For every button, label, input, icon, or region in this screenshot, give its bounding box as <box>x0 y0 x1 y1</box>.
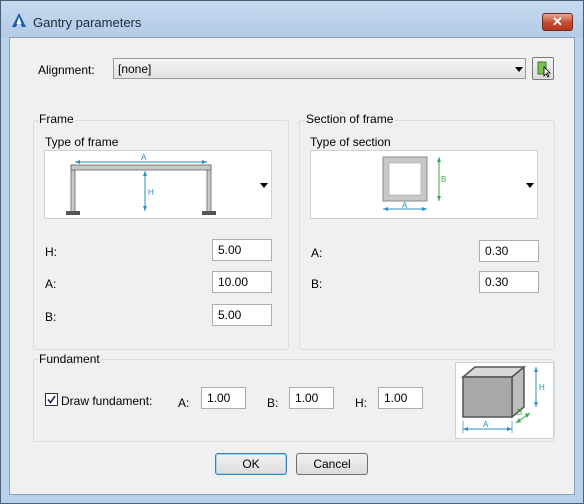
section-b-label: B: <box>311 277 323 291</box>
section-a-input[interactable]: 0.30 <box>479 240 539 262</box>
close-button[interactable]: ✕ <box>542 13 573 31</box>
fundament-b-input[interactable]: 1.00 <box>289 387 334 409</box>
fundament-h-input[interactable]: 1.00 <box>378 387 423 409</box>
pick-alignment-button[interactable] <box>532 57 554 80</box>
dialog-window: Gantry parameters ✕ Alignment: [none] Fr… <box>0 0 584 504</box>
dropdown-arrow-icon <box>526 183 534 188</box>
fundament-b-label: B: <box>267 396 279 410</box>
close-icon: ✕ <box>552 14 563 29</box>
fundament-h-label: H: <box>355 396 367 410</box>
frame-b-label: B: <box>45 310 57 324</box>
frame-diagram: A H <box>66 153 216 215</box>
draw-fundament-checkbox[interactable] <box>45 393 58 406</box>
dropdown-arrow-icon <box>260 183 268 188</box>
frame-h-label: H: <box>45 245 57 259</box>
section-group-label: Section of frame <box>305 112 395 126</box>
frame-type-selector[interactable]: A H <box>44 150 272 219</box>
fundament-group-label: Fundament <box>38 352 101 366</box>
pick-from-drawing-icon <box>537 61 551 78</box>
section-b-input[interactable]: 0.30 <box>479 271 539 293</box>
frame-type-label: Type of frame <box>45 135 119 149</box>
frame-dim-h: H <box>148 188 154 197</box>
ok-button[interactable]: OK <box>215 453 287 475</box>
window-title: Gantry parameters <box>33 15 142 30</box>
alignment-label: Alignment: <box>38 63 95 77</box>
frame-dim-a: A <box>141 153 147 162</box>
draw-fundament-label: Draw fundament: <box>61 394 153 408</box>
dialog-body: Alignment: [none] Frame Type of frame A … <box>9 37 575 495</box>
section-type-label: Type of section <box>310 135 391 149</box>
section-type-selector[interactable]: B A <box>310 150 538 219</box>
section-dim-b: B <box>441 175 446 184</box>
fundament-diagram: A B H <box>460 365 545 433</box>
frame-a-label: A: <box>45 277 57 291</box>
fundament-dim-h: H <box>539 383 545 392</box>
alignment-dropdown[interactable]: [none] <box>113 58 526 79</box>
dropdown-arrow-icon <box>515 67 523 72</box>
cancel-button[interactable]: Cancel <box>296 453 368 475</box>
checkmark-icon <box>47 395 56 404</box>
fundament-preview: A B H <box>455 362 554 439</box>
fundament-a-input[interactable]: 1.00 <box>201 387 246 409</box>
app-logo-icon <box>12 13 26 27</box>
section-a-label: A: <box>311 246 323 260</box>
fundament-dim-b: B <box>517 408 522 417</box>
title-bar[interactable]: Gantry parameters ✕ <box>1 1 583 37</box>
section-diagram: B A <box>382 156 446 211</box>
fundament-a-label: A: <box>178 396 190 410</box>
frame-b-input[interactable]: 5.00 <box>212 304 272 326</box>
alignment-value: [none] <box>118 62 152 76</box>
frame-group-label: Frame <box>38 112 75 126</box>
frame-h-input[interactable]: 5.00 <box>212 239 272 261</box>
frame-a-input[interactable]: 10.00 <box>212 271 272 293</box>
section-dim-a: A <box>402 201 408 210</box>
fundament-dim-a: A <box>483 420 489 429</box>
